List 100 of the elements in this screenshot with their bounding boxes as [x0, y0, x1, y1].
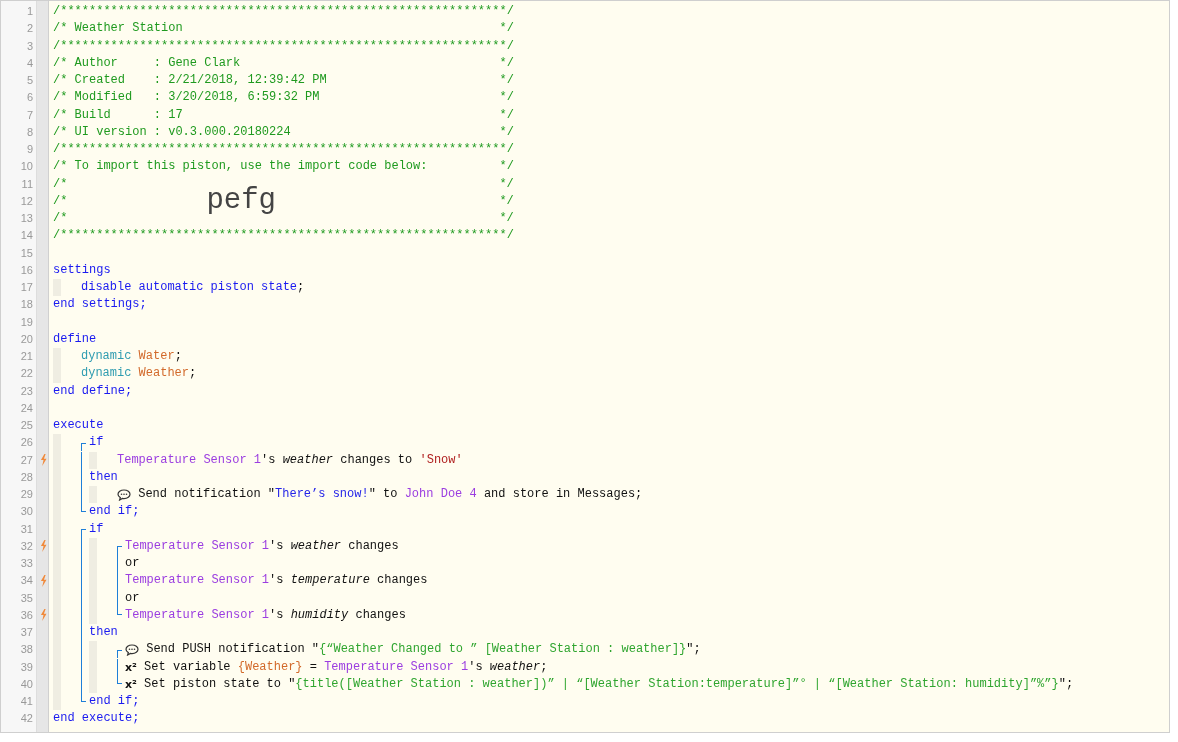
string-literal: 'Snow'	[419, 451, 463, 469]
keyword: if	[89, 520, 104, 538]
code-comment: /* Weather Station */	[53, 20, 514, 38]
line-number: 21	[19, 349, 34, 364]
line-number: 37	[19, 625, 34, 640]
type-keyword: dynamic	[81, 365, 132, 383]
line-number: 32	[19, 538, 34, 554]
code-comment: /**************************************************************/	[53, 141, 514, 158]
line-number: 18	[19, 297, 34, 313]
device-name: Temperature Sensor 1	[117, 451, 262, 469]
line-number: 11	[20, 176, 34, 192]
type-keyword: dynamic	[81, 348, 132, 365]
line-number: 2	[25, 21, 34, 37]
keyword: settings	[53, 261, 111, 279]
line-number: 27	[19, 452, 34, 468]
attribute-name: weather	[489, 658, 541, 676]
line-number: 15	[19, 245, 34, 261]
code-text: 's	[468, 658, 484, 676]
keyword: end if;	[89, 503, 140, 521]
line-number: 22	[19, 366, 34, 382]
line-number: 5	[25, 73, 34, 88]
device-name: Temperature Sensor 1	[125, 572, 270, 590]
keyword: end settings;	[53, 296, 147, 314]
line-number: 33	[19, 556, 34, 571]
operation-symbol: x²	[125, 659, 137, 676]
code-text: 's	[269, 572, 285, 590]
line-number: 24	[19, 400, 34, 416]
attribute-name: weather	[290, 537, 342, 555]
line-number: 39	[19, 659, 34, 675]
code-text: ";	[1058, 675, 1074, 693]
code-text: 's	[269, 606, 285, 624]
code-text: 's	[261, 451, 277, 469]
code-text: changes	[354, 606, 406, 624]
code-text: Set piston state to "	[143, 675, 296, 693]
code-text: Send PUSH notification "	[145, 641, 320, 659]
line-number: 19	[19, 314, 34, 330]
line-number: 4	[25, 55, 34, 71]
code-comment: /* UI version : v0.3.000.20180224 */	[53, 123, 514, 141]
code-text: Set variable	[143, 658, 232, 676]
expression-text: {title([Weather Station : weather])” | “[Weather Station:temperature]”° | “[Weather Station: humidity]”%”}	[295, 675, 1059, 693]
code-text: ;	[540, 658, 548, 676]
code-text: =	[308, 658, 318, 676]
line-number: 26	[19, 435, 34, 451]
line-number: 6	[25, 90, 34, 106]
code-comment: */	[499, 210, 514, 227]
code-comment: /* Created : 2/21/2018, 12:39:42 PM */	[53, 72, 514, 89]
line-number: 36	[19, 607, 34, 623]
code-comment: */	[499, 175, 514, 193]
line-number: 9	[25, 142, 34, 157]
line-number: 14	[19, 228, 34, 244]
variable-name: {Weather}	[237, 658, 303, 676]
code-text: ;	[189, 365, 197, 383]
code-comment: /*	[53, 175, 68, 193]
code-comment: /**************************************************************/	[53, 3, 514, 20]
code-comment: */	[499, 192, 514, 210]
code-text: ";	[686, 641, 701, 659]
device-name: Temperature Sensor 1	[125, 606, 270, 624]
line-number: 35	[19, 590, 34, 606]
code-comment: /* Build : 17 */	[53, 106, 514, 124]
code-comment: /* Modified : 3/20/2018, 6:59:32 PM */	[53, 89, 514, 107]
device-name: John Doe 4	[404, 486, 477, 503]
expression-text: {“Weather Changed to ” [Weather Station : weather]}	[319, 641, 687, 659]
keyword: if	[89, 434, 104, 452]
import-code: pefg	[206, 186, 277, 217]
code-text: and store in Messages;	[482, 486, 643, 503]
code-text: " to	[368, 486, 399, 503]
variable-name: Water	[138, 348, 175, 365]
line-number: 1	[25, 4, 34, 19]
line-number: 12	[19, 193, 34, 209]
code-text: 's	[269, 537, 285, 555]
line-number: 17	[19, 280, 34, 295]
code-comment: /*	[53, 192, 68, 210]
code-text: Send notification "	[137, 486, 276, 503]
keyword: end define;	[53, 382, 133, 400]
code-text: changes to	[339, 451, 414, 469]
attribute-name: humidity	[290, 606, 349, 624]
keyword: execute	[53, 417, 104, 434]
variable-name: Weather	[138, 365, 190, 383]
line-number: 28	[19, 469, 34, 485]
code-comment: /* Author : Gene Clark */	[53, 54, 514, 72]
line-number: 23	[19, 383, 34, 399]
line-number: 7	[25, 107, 34, 123]
line-number: 42	[19, 711, 34, 727]
line-number: 13	[19, 211, 34, 226]
line-number: 10	[19, 159, 34, 175]
line-number: 8	[25, 124, 34, 140]
keyword: then	[89, 468, 118, 486]
line-number: 16	[19, 262, 34, 278]
keyword: end if;	[89, 693, 140, 710]
attribute-name: temperature	[290, 572, 370, 590]
code-comment: /**************************************************************/	[53, 227, 514, 245]
operation-symbol: x²	[125, 676, 137, 693]
line-number: 41	[19, 694, 34, 709]
speech-bubble-icon	[117, 488, 131, 501]
keyword: end execute;	[53, 710, 140, 728]
code-text: ;	[174, 348, 182, 365]
code-comment: /**************************************************************/	[53, 37, 514, 55]
keyword: define	[53, 330, 97, 348]
keyword: then	[89, 624, 118, 641]
code-text: or	[125, 589, 140, 607]
